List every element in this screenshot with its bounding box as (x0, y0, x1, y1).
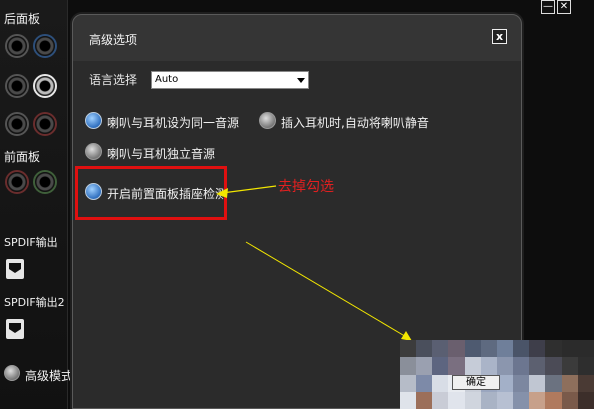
ok-button[interactable]: 确定 (452, 375, 500, 390)
annotation-arrow-line (221, 185, 277, 194)
annotation-arrow-head-icon (216, 188, 228, 198)
ok-pointer-line (245, 241, 409, 339)
